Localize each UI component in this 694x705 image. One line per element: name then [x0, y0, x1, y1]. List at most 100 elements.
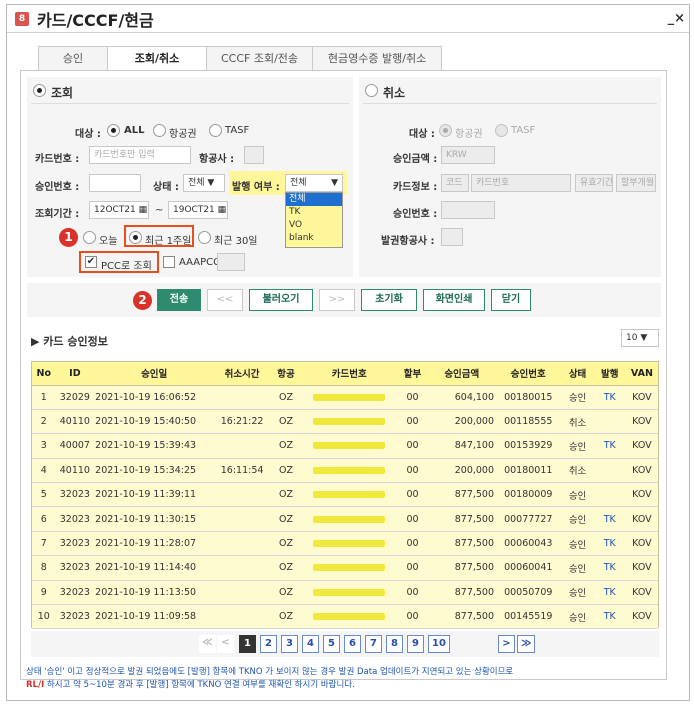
masked-card-bar: [313, 613, 386, 621]
aaapcc-input[interactable]: [217, 253, 245, 271]
table-cell: 00180009: [495, 482, 562, 508]
table-row[interactable]: 5 32023 2021-10-19 11:39:11 OZ 00 877,500 0018…: [32, 482, 658, 508]
installment-input[interactable]: 할부개월: [616, 174, 656, 192]
masked-card-bar: [313, 418, 386, 426]
prev-button[interactable]: <<: [207, 289, 243, 311]
table-row[interactable]: 3 40007 2021-10-19 15:39:43 OZ 00 847,100 0015…: [32, 433, 658, 459]
section-title: ▶ 카드 승인정보: [31, 335, 108, 348]
code-input[interactable]: 코드: [441, 174, 469, 192]
card-number-cancel-input[interactable]: 카드번호: [471, 174, 571, 192]
table-row[interactable]: 8 32023 2021-10-19 11:14:40 OZ 00 877,500 0006…: [32, 555, 658, 581]
close-button[interactable]: 닫기: [491, 289, 531, 311]
table-cell: OZ: [269, 580, 303, 606]
table-cell: 32023: [55, 531, 95, 557]
aaapcc-checkbox[interactable]: [163, 256, 175, 268]
table-cell: 40110: [55, 458, 95, 484]
page-button[interactable]: 6: [344, 635, 361, 653]
tab-inquiry-cancel[interactable]: 조회/취소: [107, 46, 207, 71]
page-button[interactable]: 7: [365, 635, 382, 653]
target-label: 대상 :: [75, 129, 101, 140]
target-ticket-radio[interactable]: [153, 124, 166, 137]
expiry-input[interactable]: 유효기간: [575, 174, 613, 192]
page-button[interactable]: 5: [323, 635, 340, 653]
page-button[interactable]: 1: [239, 635, 256, 653]
date-to-input[interactable]: 19OCT21 ▦: [168, 201, 228, 219]
cancel-radio[interactable]: [365, 84, 378, 97]
issue-option[interactable]: VO: [286, 219, 342, 232]
table-row[interactable]: 2 40110 2021-10-19 15:40:50 16:21:22 OZ 00 200…: [32, 409, 658, 435]
table-cell: 승인: [561, 482, 594, 508]
status-select[interactable]: 전체 ▼: [183, 174, 225, 192]
next-button[interactable]: >>: [319, 289, 355, 311]
ticket-airline-input[interactable]: [441, 228, 463, 246]
page-button[interactable]: 9: [407, 635, 424, 653]
table-row[interactable]: 10 32023 2021-10-19 11:09:58 OZ 00 877,500 001…: [32, 604, 658, 630]
table-cell: 2021-10-19 16:06:52: [94, 385, 215, 410]
period-month-radio[interactable]: [198, 231, 211, 244]
first-page-button[interactable]: ≪: [199, 635, 216, 653]
target-tasf-radio[interactable]: [209, 124, 222, 137]
issue-option[interactable]: 전체: [286, 193, 342, 206]
page-button[interactable]: 3: [281, 635, 298, 653]
load-button[interactable]: 불러오기: [249, 289, 313, 311]
table-row[interactable]: 6 32023 2021-10-19 11:30:15 OZ 00 877,500 0007…: [32, 506, 658, 532]
table-row[interactable]: 9 32023 2021-10-19 11:13:50 OZ 00 877,500 0005…: [32, 580, 658, 606]
page-button[interactable]: 4: [302, 635, 319, 653]
table-cell: 승인: [561, 555, 594, 581]
table-cell: 200,000: [428, 458, 496, 484]
col-approval-no: 승인번호: [495, 362, 562, 386]
window-controls[interactable]: _×: [668, 11, 685, 26]
table-row[interactable]: 4 40110 2021-10-19 15:34:25 16:11:54 OZ 00 200…: [32, 458, 658, 484]
table-cell: 32023: [55, 604, 95, 630]
date-from: 12OCT21: [94, 205, 136, 215]
pcc-checkbox[interactable]: ✔: [85, 256, 97, 268]
send-button[interactable]: 전송: [157, 289, 201, 311]
cancel-tasf-radio[interactable]: [495, 124, 508, 137]
issue-option[interactable]: TK: [286, 206, 342, 219]
table-row[interactable]: 1 32029 2021-10-19 16:06:52 OZ 00 604,100 0018…: [32, 385, 658, 410]
prev-page-button[interactable]: <: [217, 635, 234, 653]
print-button[interactable]: 화면인쇄: [423, 289, 485, 311]
title-bar: 8 카드/CCCF/현금 _×: [7, 5, 689, 33]
next-page-button[interactable]: >: [498, 635, 515, 653]
marker-2: 2: [133, 291, 152, 310]
issue-label: 발행 여부 :: [232, 182, 280, 193]
col-cancel-time: 취소시간: [214, 362, 270, 386]
period-week-radio[interactable]: [129, 231, 142, 244]
date-from-input[interactable]: 12OCT21 ▦: [89, 201, 149, 219]
issue-option[interactable]: blank: [286, 232, 342, 245]
col-airline: 항공: [269, 362, 303, 386]
cancel-ticket-radio[interactable]: [439, 124, 452, 137]
tab-cccf[interactable]: CCCF 조회/전송: [206, 46, 314, 70]
calendar-icon[interactable]: ▦: [139, 205, 148, 215]
airline-input[interactable]: [244, 146, 264, 164]
issue-select[interactable]: 전체 ▼: [285, 174, 343, 192]
page-button[interactable]: 10: [428, 635, 450, 653]
page-button[interactable]: 8: [386, 635, 403, 653]
last-page-button[interactable]: ≫: [517, 635, 536, 653]
tab-cash-receipt[interactable]: 현금영수증 발행/취소: [312, 46, 443, 70]
window-title: 카드/CCCF/현금: [37, 10, 154, 30]
page-button[interactable]: 2: [260, 635, 277, 653]
table-cell: TK: [593, 433, 626, 459]
inquiry-title: 조회: [51, 86, 74, 100]
inquiry-radio[interactable]: [33, 84, 46, 97]
table-cell: OZ: [269, 385, 303, 410]
table-cell: KOV: [625, 604, 658, 630]
approval-number-input[interactable]: [89, 174, 141, 192]
col-issue: 발행: [593, 362, 626, 386]
reset-button[interactable]: 초기화: [361, 289, 417, 311]
page-size-select[interactable]: 10 ▼: [621, 329, 659, 347]
card-number-input[interactable]: 카드번호만 입력: [89, 146, 191, 164]
status-value: 전체: [188, 178, 205, 188]
table-row[interactable]: 7 32023 2021-10-19 11:28:07 OZ 00 877,500 0006…: [32, 531, 658, 557]
cancel-approval-input[interactable]: [441, 201, 495, 219]
target-all-radio[interactable]: [107, 124, 120, 137]
table-cell: 6: [32, 506, 56, 532]
table-cell: KOV: [625, 482, 658, 508]
calendar-icon[interactable]: ▦: [218, 205, 227, 215]
table-cell: 9: [32, 580, 56, 606]
period-today-radio[interactable]: [83, 231, 96, 244]
amount-input[interactable]: KRW: [441, 146, 495, 164]
tab-approval[interactable]: 승인: [38, 46, 108, 70]
